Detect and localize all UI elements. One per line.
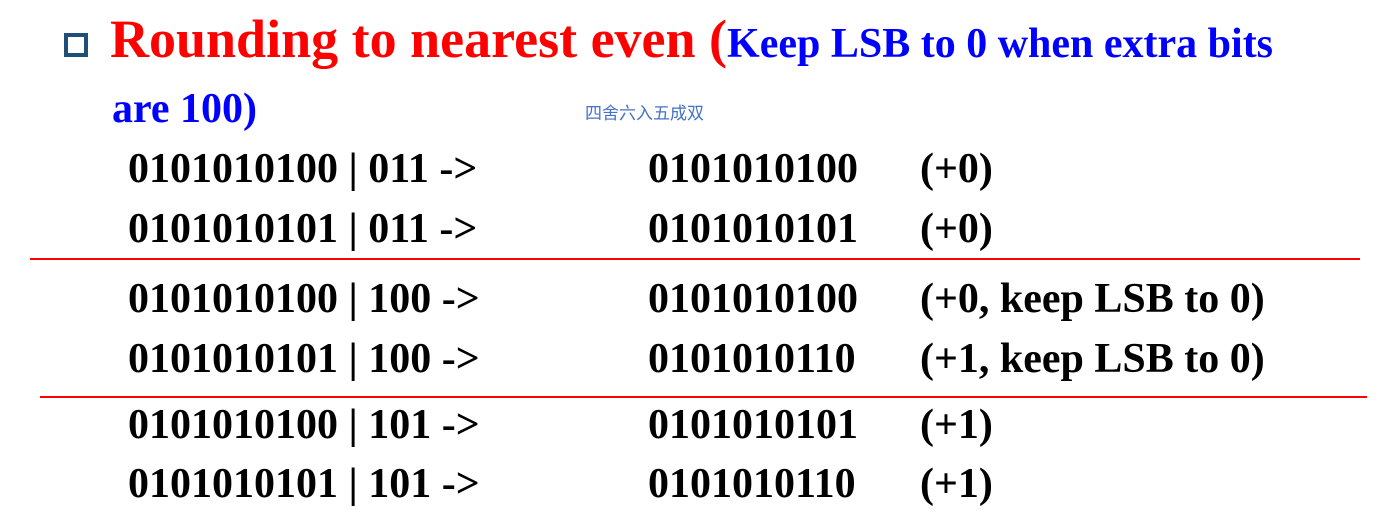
slide: Rounding to nearest even (Keep LSB to 0 … xyxy=(0,0,1392,522)
red-divider-line xyxy=(30,258,1360,260)
row-input: 0101010101 | 100 -> xyxy=(128,336,480,382)
row-input: 0101010100 | 100 -> xyxy=(128,276,480,322)
title-subtext-line2: are 100) xyxy=(112,86,258,132)
title-subtext-line1: Keep LSB to 0 when extra bits xyxy=(727,21,1274,67)
row-output: 0101010100 xyxy=(648,276,858,322)
row-delta: (+0) xyxy=(920,146,993,192)
chinese-note: 四舍六入五成双 xyxy=(585,104,704,124)
row-output: 0101010101 xyxy=(648,206,858,252)
row-input: 0101010100 | 101 -> xyxy=(128,402,480,448)
row-output: 0101010110 xyxy=(648,336,856,382)
row-delta: (+1, keep LSB to 0) xyxy=(920,336,1265,382)
red-divider-line xyxy=(40,396,1367,398)
row-output: 0101010100 xyxy=(648,146,858,192)
row-input: 0101010100 | 011 -> xyxy=(128,146,478,192)
row-delta: (+1) xyxy=(920,461,993,507)
title-main-text: Rounding to nearest even ( xyxy=(110,9,728,69)
row-output: 0101010101 xyxy=(648,402,858,448)
row-delta: (+0, keep LSB to 0) xyxy=(920,276,1265,322)
row-delta: (+1) xyxy=(920,402,993,448)
square-bullet-icon xyxy=(64,33,88,57)
row-input: 0101010101 | 011 -> xyxy=(128,206,478,252)
row-input: 0101010101 | 101 -> xyxy=(128,461,480,507)
row-output: 0101010110 xyxy=(648,461,856,507)
slide-title: Rounding to nearest even (Keep LSB to 0 … xyxy=(110,12,1273,66)
row-delta: (+0) xyxy=(920,206,993,252)
